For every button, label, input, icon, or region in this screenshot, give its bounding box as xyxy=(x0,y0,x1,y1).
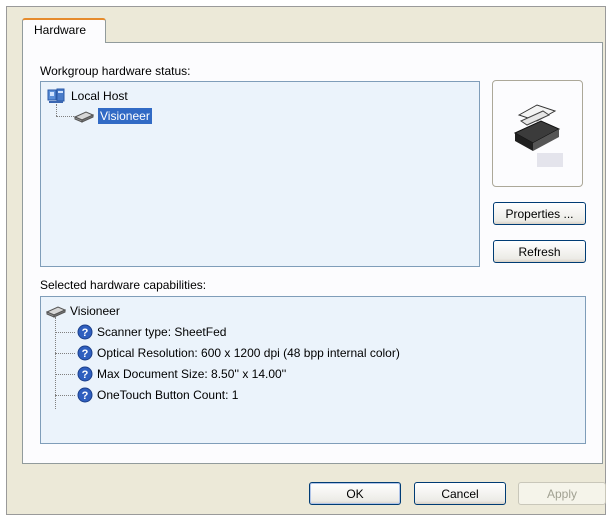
help-icon: ? xyxy=(77,387,93,403)
capability-item-label: Scanner type: SheetFed xyxy=(97,325,227,339)
capability-item-label: OneTouch Button Count: 1 xyxy=(97,388,239,402)
capability-item-label: Max Document Size: 8.50'' x 14.00'' xyxy=(97,367,287,381)
tree-item-visioneer-label: Visioneer xyxy=(98,108,152,124)
help-icon: ? xyxy=(77,366,93,382)
svg-text:?: ? xyxy=(82,348,89,360)
workgroup-tree[interactable]: Local Host Visioneer xyxy=(40,81,480,267)
tree-item-local-host-label: Local Host xyxy=(71,89,128,103)
workgroup-status-label: Workgroup hardware status: xyxy=(40,64,191,78)
help-icon: ? xyxy=(77,324,93,340)
apply-button[interactable]: Apply xyxy=(518,482,606,505)
capabilities-label: Selected hardware capabilities: xyxy=(40,278,207,292)
capability-root-label: Visioneer xyxy=(70,304,120,318)
capability-item: ? Max Document Size: 8.50'' x 14.00'' xyxy=(77,364,286,384)
svg-text:?: ? xyxy=(82,327,89,339)
scanner-icon xyxy=(73,108,95,124)
svg-text:?: ? xyxy=(82,369,89,381)
sheetfed-scanner-icon xyxy=(513,104,563,167)
capability-item: ? OneTouch Button Count: 1 xyxy=(77,385,238,405)
tree-connector xyxy=(56,116,74,117)
properties-button[interactable]: Properties ... xyxy=(493,202,586,225)
capability-item: ? Optical Resolution: 600 x 1200 dpi (48… xyxy=(77,343,400,363)
tree-connector xyxy=(55,332,75,333)
tab-hardware-label: Hardware xyxy=(34,23,87,37)
help-icon: ? xyxy=(77,345,93,361)
tree-item-local-host[interactable]: Local Host xyxy=(47,86,128,106)
tree-connector xyxy=(55,353,75,354)
tab-hardware[interactable]: Hardware xyxy=(22,18,106,43)
capability-item: ? Scanner type: SheetFed xyxy=(77,322,226,342)
scanner-icon xyxy=(45,303,67,319)
capabilities-tree[interactable]: Visioneer ? Scanner type: SheetFed ? Opt… xyxy=(40,296,586,444)
ok-button[interactable]: OK xyxy=(309,482,401,505)
tree-connector xyxy=(55,374,75,375)
network-host-icon xyxy=(47,88,67,104)
svg-text:?: ? xyxy=(82,390,89,402)
device-image-panel xyxy=(492,80,583,187)
tree-connector xyxy=(55,395,75,396)
capability-item-label: Optical Resolution: 600 x 1200 dpi (48 b… xyxy=(97,346,400,360)
tree-connector xyxy=(56,104,57,116)
refresh-button[interactable]: Refresh xyxy=(493,240,586,263)
tree-item-visioneer[interactable]: Visioneer xyxy=(73,106,152,126)
cancel-button[interactable]: Cancel xyxy=(414,482,506,505)
capability-root: Visioneer xyxy=(45,301,120,321)
